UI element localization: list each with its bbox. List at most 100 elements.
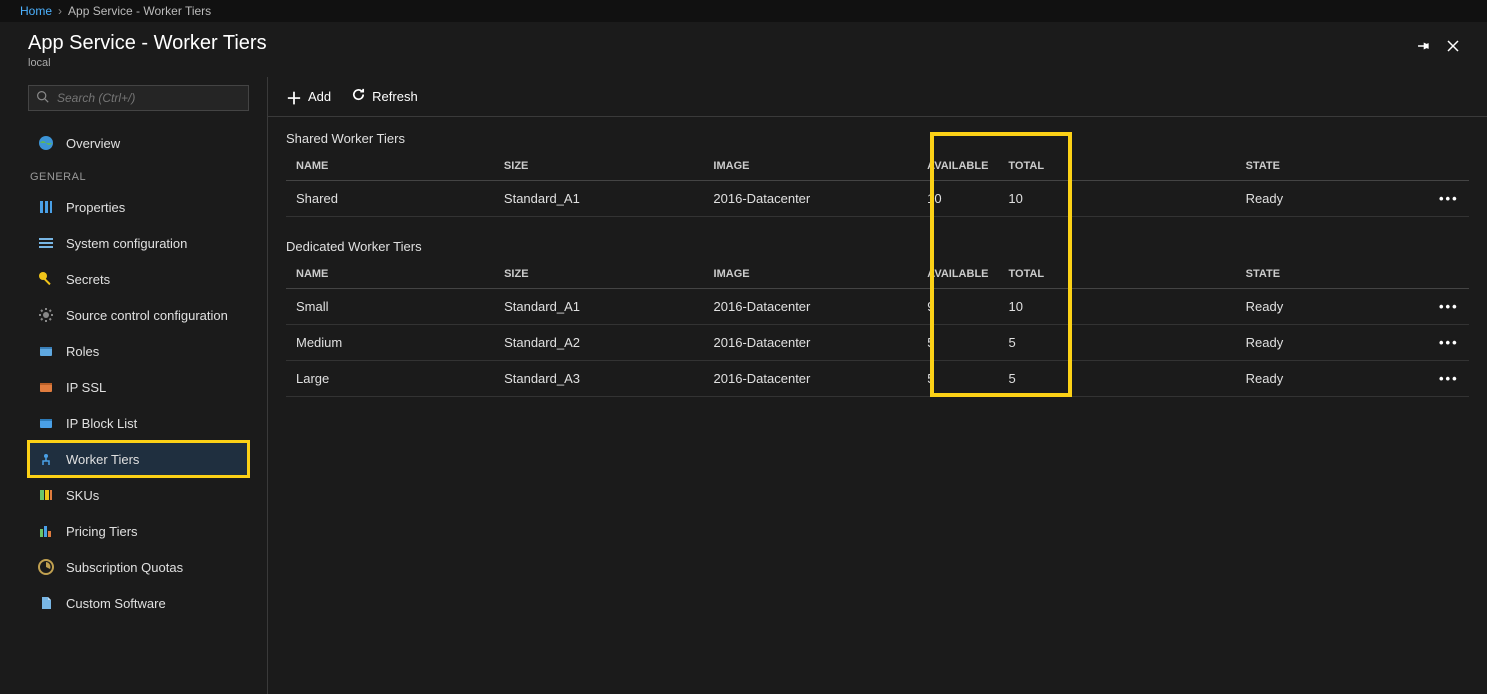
nav-label: Source control configuration [66, 308, 228, 323]
nav-label: System configuration [66, 236, 187, 251]
th-image[interactable]: IMAGE [704, 260, 918, 289]
page-title: App Service - Worker Tiers [28, 32, 1415, 55]
nav-properties[interactable]: Properties [0, 189, 267, 225]
nav-worker-tiers[interactable]: Worker Tiers [28, 441, 249, 477]
th-total[interactable]: TOTAL [998, 152, 1063, 181]
nav-overview[interactable]: Overview [0, 125, 267, 161]
nav-system-config[interactable]: System configuration [0, 225, 267, 261]
nav-secrets[interactable]: Secrets [0, 261, 267, 297]
nav-label: SKUs [66, 488, 99, 503]
properties-icon [38, 199, 54, 215]
th-available[interactable]: AVAILABLE [917, 152, 998, 181]
cell-size: Standard_A1 [494, 181, 703, 217]
nav-source-control[interactable]: Source control configuration [0, 297, 267, 333]
row-actions-icon[interactable]: ••• [1439, 191, 1459, 206]
nav-label: Subscription Quotas [66, 560, 183, 575]
cell-available: 9 [917, 289, 998, 325]
cell-total: 10 [999, 289, 1064, 325]
table-row[interactable]: Small Standard_A1 2016-Datacenter 9 10 R… [286, 289, 1469, 325]
th-name[interactable]: NAME [286, 260, 494, 289]
page-subtitle: local [28, 57, 1415, 69]
worker-icon [38, 451, 54, 467]
table-row[interactable]: Medium Standard_A2 2016-Datacenter 5 5 R… [286, 325, 1469, 361]
sku-icon [38, 487, 54, 503]
close-icon[interactable] [1445, 38, 1461, 58]
cell-image: 2016-Datacenter [704, 361, 918, 397]
nav-label: Custom Software [66, 596, 166, 611]
table-row[interactable]: Large Standard_A3 2016-Datacenter 5 5 Re… [286, 361, 1469, 397]
nav-skus[interactable]: SKUs [0, 477, 267, 513]
th-image[interactable]: IMAGE [703, 152, 917, 181]
nav-label: Worker Tiers [66, 452, 139, 467]
nav-roles[interactable]: Roles [0, 333, 267, 369]
cell-total: 5 [999, 325, 1064, 361]
toolbar: ＋ Add Refresh [268, 77, 1487, 117]
system-icon [38, 235, 54, 251]
th-size[interactable]: SIZE [494, 260, 703, 289]
cell-available: 5 [917, 325, 998, 361]
cell-total: 5 [999, 361, 1064, 397]
th-total[interactable]: TOTAL [999, 260, 1064, 289]
cell-image: 2016-Datacenter [704, 325, 918, 361]
title-bar: App Service - Worker Tiers local [0, 22, 1487, 77]
breadcrumb: Home › App Service - Worker Tiers [0, 0, 1487, 22]
nav-quotas[interactable]: Subscription Quotas [0, 549, 267, 585]
nav-label: IP SSL [66, 380, 106, 395]
nav-ipssl[interactable]: IP SSL [0, 369, 267, 405]
add-button[interactable]: ＋ Add [286, 85, 331, 109]
nav-label: Pricing Tiers [66, 524, 138, 539]
table-row[interactable]: Shared Standard_A1 2016-Datacenter 10 10… [286, 181, 1469, 217]
cell-image: 2016-Datacenter [703, 181, 917, 217]
shared-tiers-title: Shared Worker Tiers [286, 131, 1469, 146]
th-size[interactable]: SIZE [494, 152, 703, 181]
refresh-icon [351, 87, 366, 107]
cell-state: Ready [1236, 325, 1429, 361]
search-input[interactable] [28, 85, 249, 111]
row-actions-icon[interactable]: ••• [1439, 299, 1459, 314]
th-state[interactable]: STATE [1236, 260, 1429, 289]
nav-ipblock[interactable]: IP Block List [0, 405, 267, 441]
nav-custom-software[interactable]: Custom Software [0, 585, 267, 621]
add-label: Add [308, 89, 331, 104]
roles-icon [38, 343, 54, 359]
dedicated-tiers-table: NAME SIZE IMAGE AVAILABLE TOTAL STATE Sm… [286, 260, 1469, 397]
cell-state: Ready [1236, 181, 1429, 217]
cell-state: Ready [1236, 361, 1429, 397]
dedicated-tiers-title: Dedicated Worker Tiers [286, 239, 1469, 254]
globe-icon [38, 135, 54, 151]
refresh-button[interactable]: Refresh [351, 87, 418, 107]
breadcrumb-sep: › [58, 4, 62, 18]
cell-available: 5 [917, 361, 998, 397]
quota-icon [38, 559, 54, 575]
pin-icon[interactable] [1415, 38, 1431, 58]
main-panel: ＋ Add Refresh Shared Worker Tiers NAME S… [268, 77, 1487, 694]
cell-name: Large [286, 361, 494, 397]
nav-label: Properties [66, 200, 125, 215]
ssl-icon [38, 379, 54, 395]
row-actions-icon[interactable]: ••• [1439, 335, 1459, 350]
nav-pricing[interactable]: Pricing Tiers [0, 513, 267, 549]
th-name[interactable]: NAME [286, 152, 494, 181]
th-state[interactable]: STATE [1236, 152, 1429, 181]
cell-state: Ready [1236, 289, 1429, 325]
cell-name: Medium [286, 325, 494, 361]
th-available[interactable]: AVAILABLE [917, 260, 998, 289]
cell-size: Standard_A3 [494, 361, 703, 397]
pricing-icon [38, 523, 54, 539]
row-actions-icon[interactable]: ••• [1439, 371, 1459, 386]
cell-size: Standard_A1 [494, 289, 703, 325]
nav-label: Secrets [66, 272, 110, 287]
nav-label: Overview [66, 136, 120, 151]
sidebar: Overview GENERAL Properties System confi… [0, 77, 268, 694]
refresh-label: Refresh [372, 89, 418, 104]
gear-icon [38, 307, 54, 323]
breadcrumb-home[interactable]: Home [20, 4, 52, 18]
cell-available: 10 [917, 181, 998, 217]
software-icon [38, 595, 54, 611]
cell-size: Standard_A2 [494, 325, 703, 361]
plus-icon: ＋ [286, 85, 302, 109]
breadcrumb-current: App Service - Worker Tiers [68, 4, 211, 18]
key-icon [38, 271, 54, 287]
nav-label: IP Block List [66, 416, 137, 431]
nav-section-general: GENERAL [0, 161, 267, 189]
